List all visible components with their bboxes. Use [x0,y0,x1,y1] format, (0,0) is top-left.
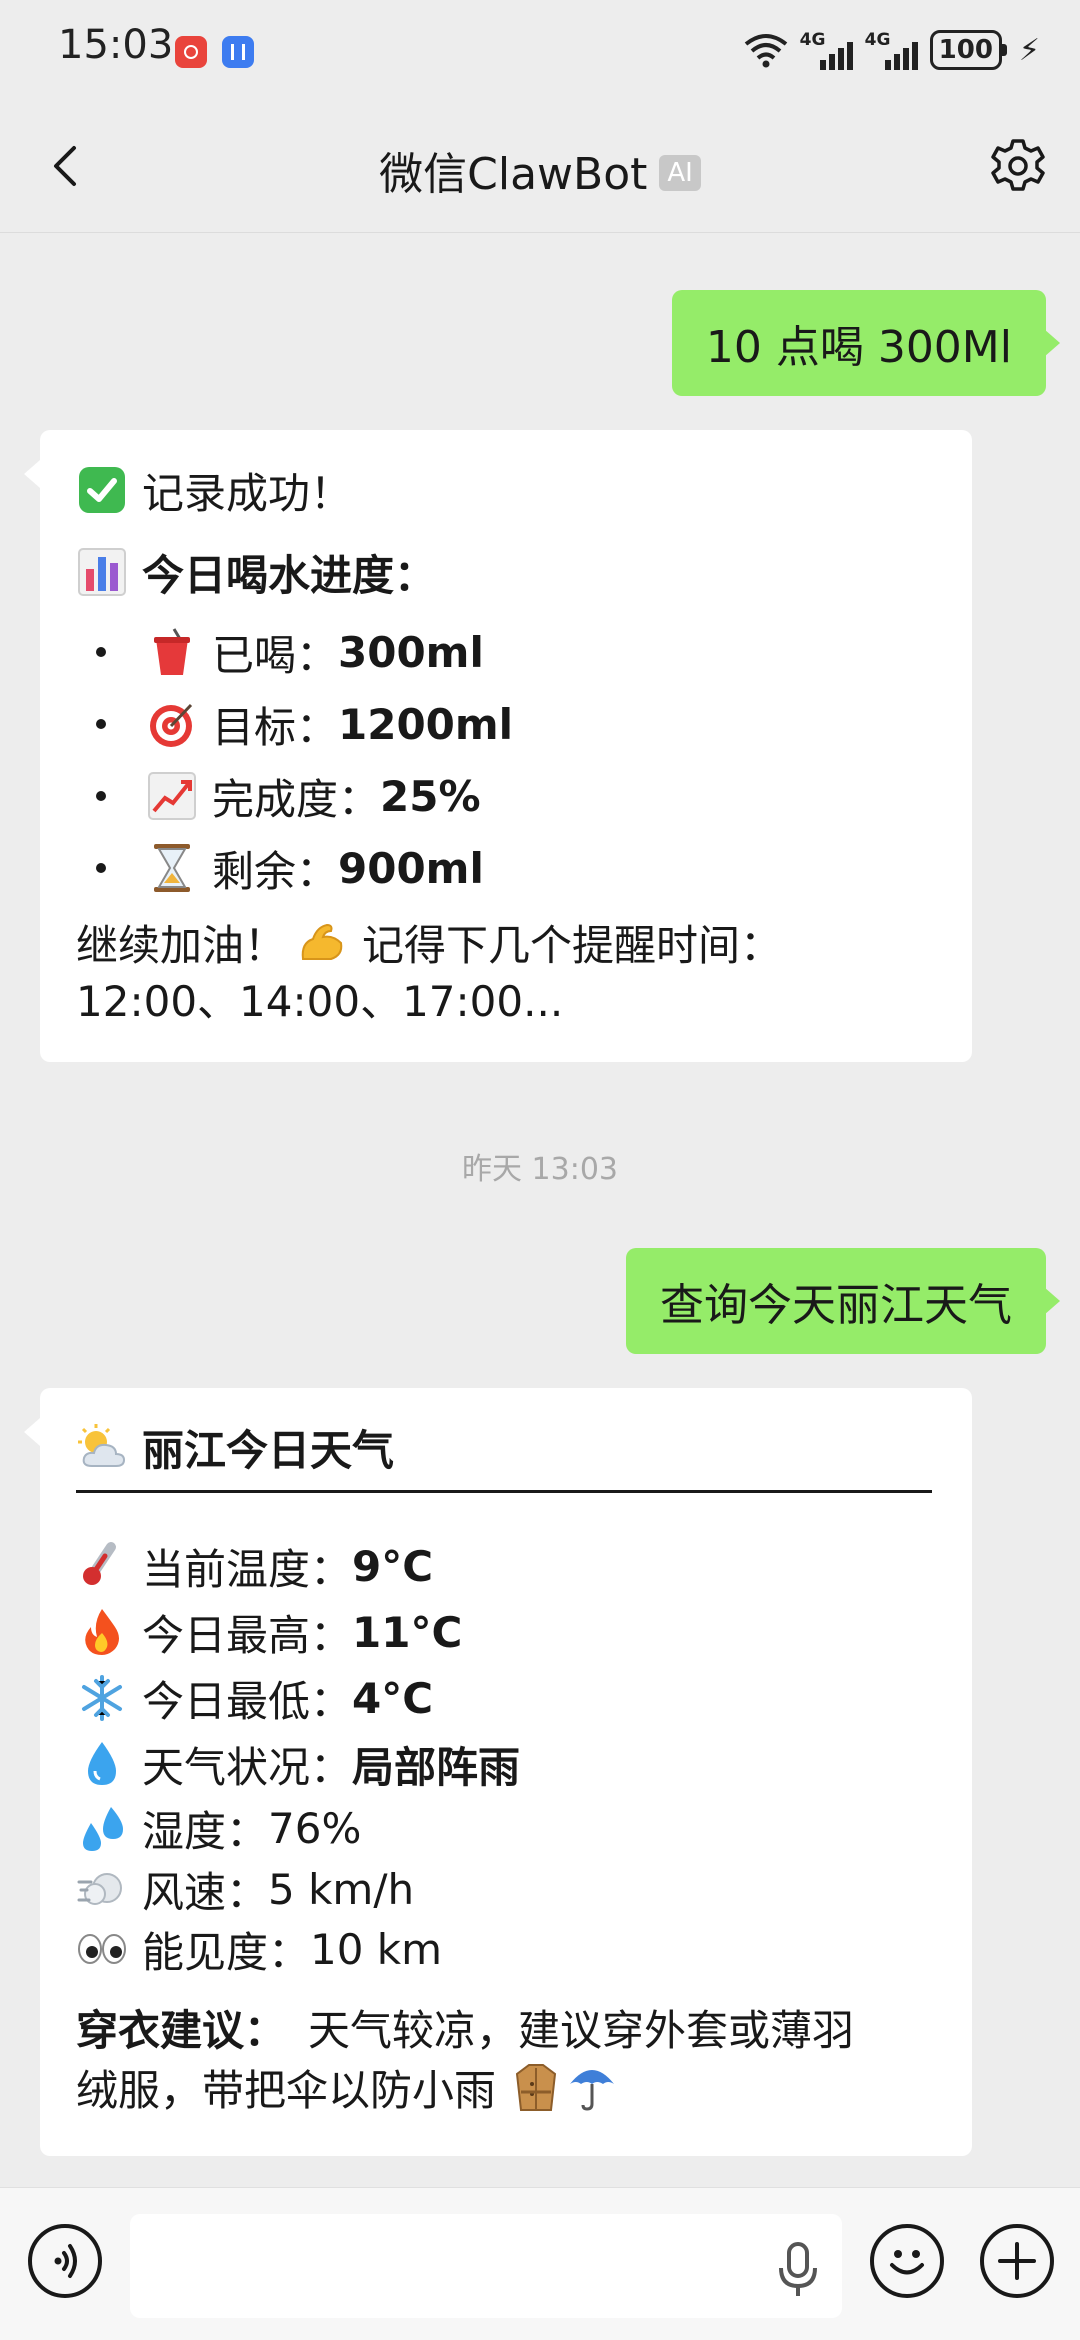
user-message-bubble[interactable]: 查询今天丽江天气 [626,1248,1060,1354]
advice-text-2: 绒服，带把伞以防小雨 [76,2065,497,2115]
status-bar: 15:03 4G 4G 100 ⚡ [0,0,1080,100]
reminder-times-line: 12:00、14:00、17:00... [76,970,936,1026]
row-value: 4°C [352,1673,434,1723]
cellular-signal-1: 4G [800,30,853,70]
divider-line [76,1490,932,1493]
list-item: 完成度： 25% [76,760,936,832]
user-message-bubble[interactable]: 10 点喝 300Ml [671,290,1061,396]
item-label: 完成度： [212,774,381,824]
bot-message-bubble[interactable]: 记录成功！ 今日喝水进度： 已喝： 300ml 目标： 1200ml 完成度： … [24,430,972,1062]
row-value: 9°C [352,1541,434,1591]
weather-row: 湿度： 76% [76,1797,936,1859]
droplet-icon [76,1738,128,1790]
nav-bar: 微信ClawBot AI [0,100,1080,233]
item-value: 25% [380,771,481,821]
status-time: 15:03 [58,22,174,68]
row-label: 风速： [142,1867,269,1917]
thermometer-icon [76,1540,128,1592]
cellular-signal-2: 4G [865,30,918,70]
weather-row: 风速： 5 km/h [76,1859,936,1919]
wifi-icon [744,34,787,68]
sweat-drops-icon [76,1802,128,1854]
fire-icon [76,1606,128,1658]
bar-chart-icon [76,546,128,598]
message-input-field[interactable] [130,2214,842,2318]
calendar-app-icon [175,36,207,68]
item-label: 剩余： [212,846,339,896]
item-value: 1200ml [338,699,514,749]
row-label: 今日最高： [142,1610,353,1660]
list-item: 目标： 1200ml [76,688,936,760]
battery-indicator: 100 [929,30,1007,70]
target-icon [146,698,198,750]
user-message-text: 10 点喝 300Ml [705,322,1012,373]
advice-line-1: 穿衣建议： 天气较凉，建议穿外套或薄羽 [76,1997,936,2057]
advice-line-2: 绒服，带把伞以防小雨 [76,2057,936,2117]
microphone-icon[interactable] [775,2242,821,2298]
item-value: 300ml [338,627,484,677]
advice-text-1: 天气较凉，建议穿外套或薄羽 [308,2005,855,2055]
wind-icon [76,1863,128,1915]
voice-app-icon [222,36,254,68]
advice-label: 穿衣建议： [76,2005,287,2055]
row-label: 湿度： [142,1806,269,1856]
trend-up-icon [146,770,198,822]
success-line: 记录成功！ [76,460,936,520]
check-icon [76,464,128,516]
reminder-text: 记得下几个提醒时间： [362,920,783,970]
coat-icon [510,2061,562,2113]
progress-title-text: 今日喝水进度： [142,550,437,600]
sun-cloud-icon [76,1421,128,1473]
umbrella-icon [566,2061,618,2113]
encourage-line: 继续加油！ 记得下几个提醒时间： [76,914,936,970]
item-label: 已喝： [212,630,339,680]
voice-wave-icon [54,2244,77,2278]
success-text: 记录成功！ [142,468,353,518]
snowflake-icon [76,1672,128,1724]
list-item: 剩余： 900ml [76,832,936,904]
chat-title: 微信ClawBot AI [0,138,1080,202]
settings-gear-icon[interactable] [988,136,1048,196]
user-message-text: 查询今天丽江天气 [660,1280,1012,1331]
row-value: 5 km/h [268,1864,415,1914]
item-value: 900ml [338,843,484,893]
list-item: 已喝： 300ml [76,616,936,688]
muscle-icon [296,916,348,968]
battery-level: 100 [929,30,1002,70]
charging-icon: ⚡ [1018,32,1040,68]
weather-title-text: 丽江今日天气 [142,1425,395,1475]
weather-row: 当前温度： 9°C [76,1533,936,1599]
row-value: 10 km [310,1924,443,1974]
status-indicators: 4G 4G 100 ⚡ [744,28,1040,72]
weather-title-line: 丽江今日天气 [76,1416,936,1478]
row-label: 今日最低： [142,1676,353,1726]
hourglass-icon [146,842,198,894]
row-label: 天气状况： [142,1742,353,1792]
weather-row: 今日最高： 11°C [76,1599,936,1665]
input-bar [0,2187,1080,2340]
emoji-button[interactable] [870,2224,944,2298]
row-value: 76% [268,1803,362,1853]
row-label: 当前温度： [142,1544,353,1594]
row-value: 局部阵雨 [352,1742,521,1792]
eyes-icon [76,1923,128,1975]
bot-message-bubble[interactable]: 丽江今日天气 当前温度： 9°C 今日最高： 11°C 今日最低： 4°C 天气… [24,1388,972,2156]
cup-icon [146,626,198,678]
weather-row: 能见度： 10 km [76,1919,936,1979]
row-value: 11°C [352,1607,463,1657]
item-label: 目标： [212,702,339,752]
voice-input-toggle[interactable] [28,2224,102,2298]
weather-row: 天气状况： 局部阵雨 [76,1731,936,1797]
ai-badge: AI [659,155,701,191]
row-label: 能见度： [142,1927,311,1977]
smiley-face-icon [890,2250,924,2275]
plus-icon [998,2242,1036,2280]
message-timestamp: 昨天 13:03 [462,1152,618,1187]
encourage-text: 继续加油！ [76,920,287,970]
progress-title-line: 今日喝水进度： [76,542,936,602]
chat-title-text: 微信ClawBot [379,149,648,200]
more-options-button[interactable] [980,2224,1054,2298]
reminder-times: 12:00、14:00、17:00... [76,976,564,1026]
weather-row: 今日最低： 4°C [76,1665,936,1731]
